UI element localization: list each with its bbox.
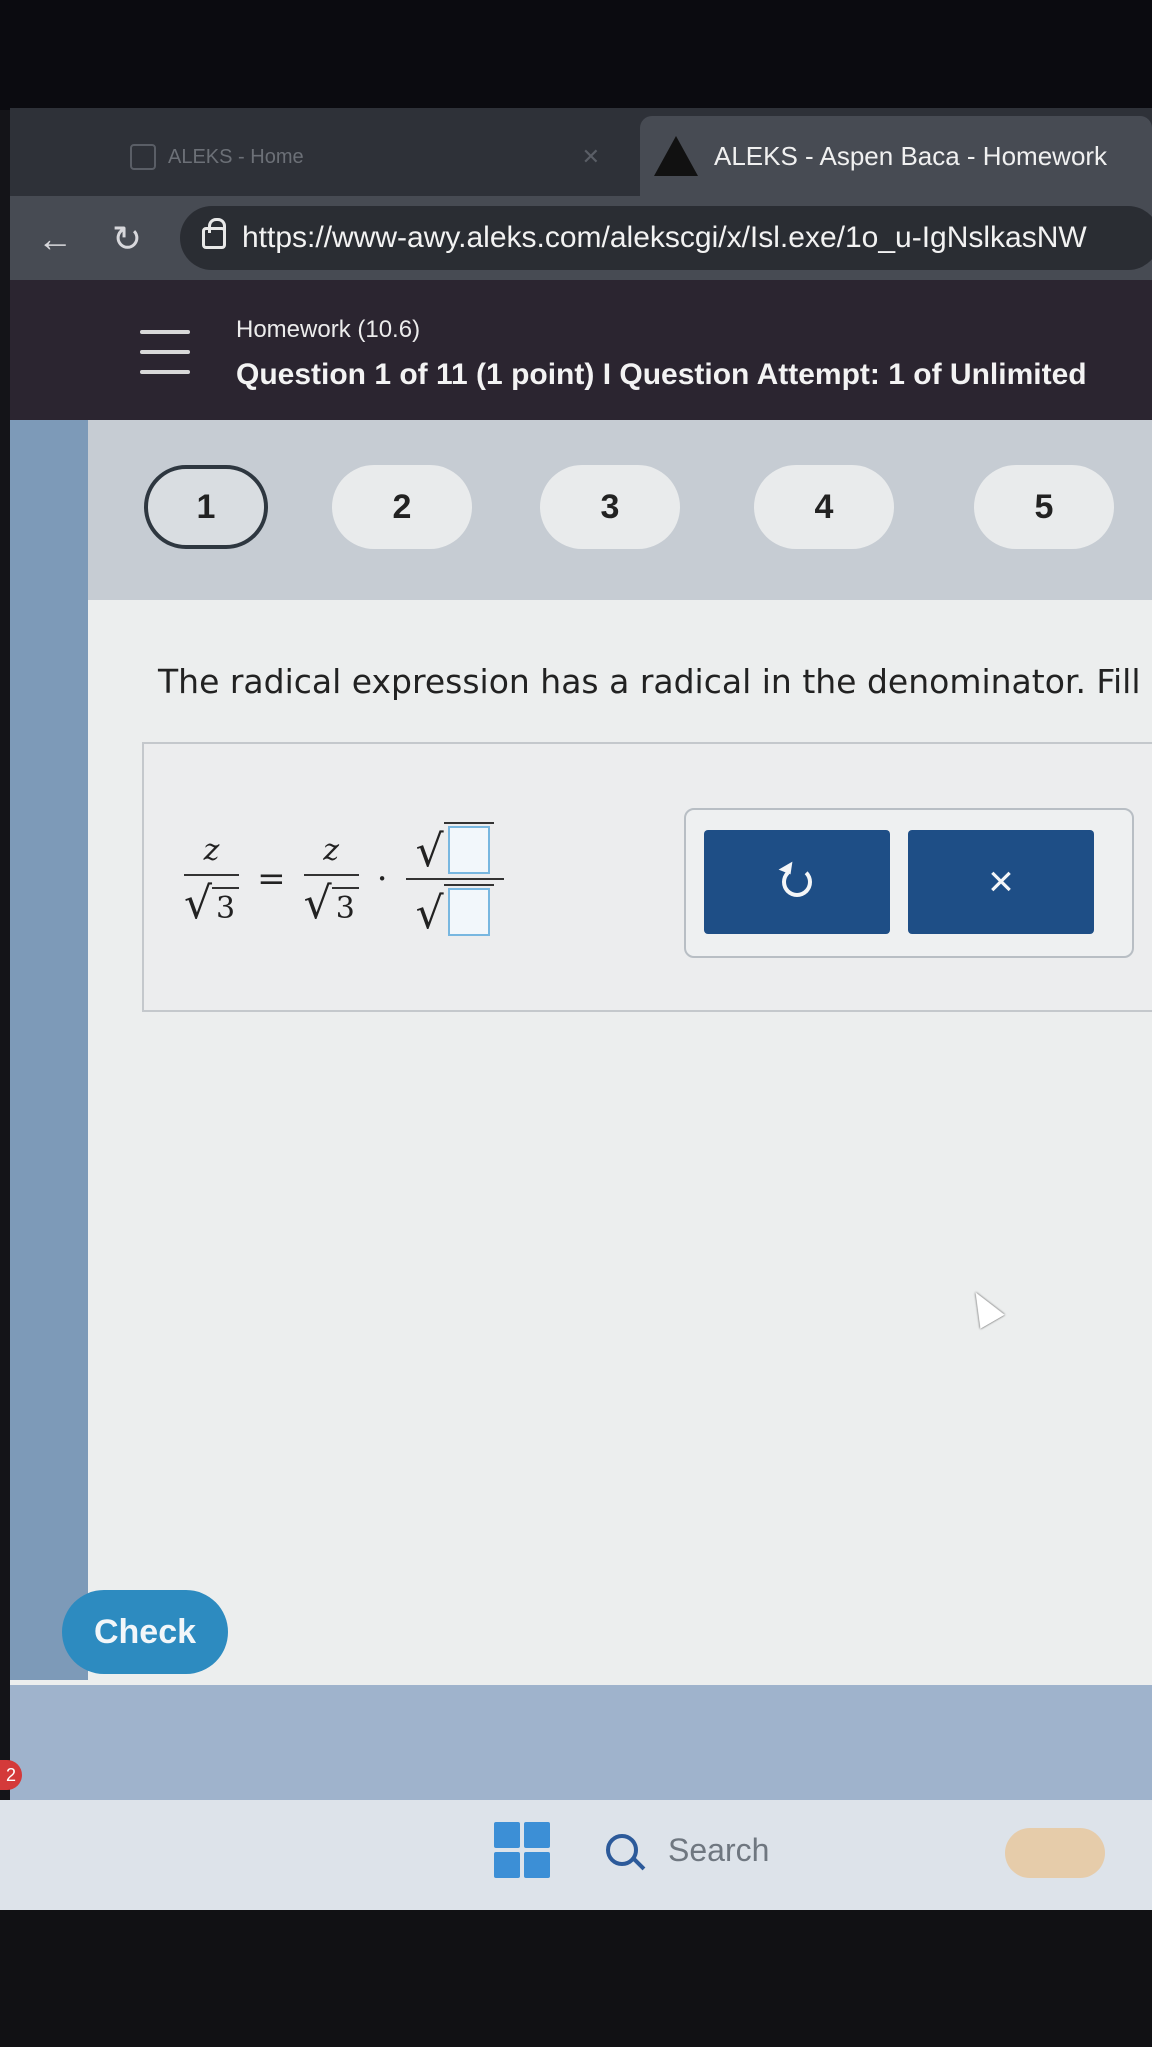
tab-favicon-icon xyxy=(130,144,156,170)
question-button-3[interactable]: 3 xyxy=(540,465,680,549)
input-fraction: √ √ xyxy=(405,818,504,940)
clear-button[interactable]: × xyxy=(908,830,1094,934)
middle-fraction: z √ 3 xyxy=(303,832,359,929)
reload-icon[interactable]: ↻ xyxy=(102,214,152,264)
lock-icon xyxy=(202,218,226,249)
tab-label: ALEKS - Aspen Baca - Homework xyxy=(714,140,1108,171)
radical-icon: √ xyxy=(415,888,444,939)
denominator-radicand-input[interactable] xyxy=(447,888,490,936)
browser-address-row: ← ↻ https://www-awy.aleks.com/alekscgi/x… xyxy=(10,196,1152,280)
question-button-2[interactable]: 2 xyxy=(332,465,472,549)
tab-label: ALEKS - Home xyxy=(168,145,304,168)
radical-icon: √ xyxy=(303,877,332,929)
windows-taskbar: Search xyxy=(0,1800,1152,1910)
address-bar[interactable]: https://www-awy.aleks.com/alekscgi/x/Isl… xyxy=(180,206,1152,270)
question-prompt: The radical expression has a radical in … xyxy=(158,662,1152,701)
tab-close-icon[interactable]: ✕ xyxy=(582,144,600,170)
answer-area: z √ 3 = z √ 3 · √ √ × xyxy=(142,742,1152,1012)
undo-button[interactable] xyxy=(704,830,890,934)
numerator: z xyxy=(323,832,340,868)
question-status: Question 1 of 11 (1 point) I Question At… xyxy=(236,358,1087,391)
sidebar-stripe xyxy=(10,280,88,1680)
question-button-5[interactable]: 5 xyxy=(974,465,1114,549)
browser-tab-inactive[interactable]: ALEKS - Home ✕ xyxy=(110,126,630,188)
homework-header: Homework (10.6) Question 1 of 11 (1 poin… xyxy=(10,280,1152,420)
monitor-bezel-top xyxy=(0,0,1152,110)
equals-sign: = xyxy=(257,859,286,899)
radical-icon: √ xyxy=(184,877,213,929)
aleks-logo-icon xyxy=(654,136,698,176)
search-icon[interactable] xyxy=(606,1834,638,1866)
question-button-1[interactable]: 1 xyxy=(144,465,268,549)
undo-icon xyxy=(782,867,812,897)
monitor-bezel-bottom xyxy=(0,1910,1152,2047)
multiply-dot: · xyxy=(376,859,388,899)
numerator: z xyxy=(203,832,220,868)
taskbar-search-label[interactable]: Search xyxy=(668,1832,769,1869)
url-text: https://www-awy.aleks.com/alekscgi/x/Isl… xyxy=(242,221,1087,254)
left-fraction: z √ 3 xyxy=(184,832,240,929)
question-navigator: 1 2 3 4 5 xyxy=(88,420,1152,600)
math-expression: z √ 3 = z √ 3 · √ √ xyxy=(184,794,504,964)
windows-start-icon[interactable] xyxy=(494,1822,550,1878)
browser-tab-active[interactable]: ALEKS - Aspen Baca - Homework xyxy=(640,116,1152,196)
weather-widget-icon[interactable] xyxy=(1005,1828,1105,1878)
question-button-4[interactable]: 4 xyxy=(754,465,894,549)
aleks-page: Homework (10.6) Question 1 of 11 (1 poin… xyxy=(10,280,1152,1800)
check-button[interactable]: Check xyxy=(62,1590,228,1674)
browser-tab-strip: ALEKS - Home ✕ ALEKS - Aspen Baca - Home… xyxy=(10,108,1152,196)
numerator-radicand-input[interactable] xyxy=(447,826,490,874)
homework-title: Homework (10.6) xyxy=(236,316,421,343)
back-arrow-icon[interactable]: ← xyxy=(30,214,80,264)
footer-band xyxy=(10,1685,1152,1800)
answer-tools-panel: × xyxy=(684,808,1134,958)
radical-icon: √ xyxy=(415,826,444,877)
menu-icon[interactable] xyxy=(140,330,190,374)
